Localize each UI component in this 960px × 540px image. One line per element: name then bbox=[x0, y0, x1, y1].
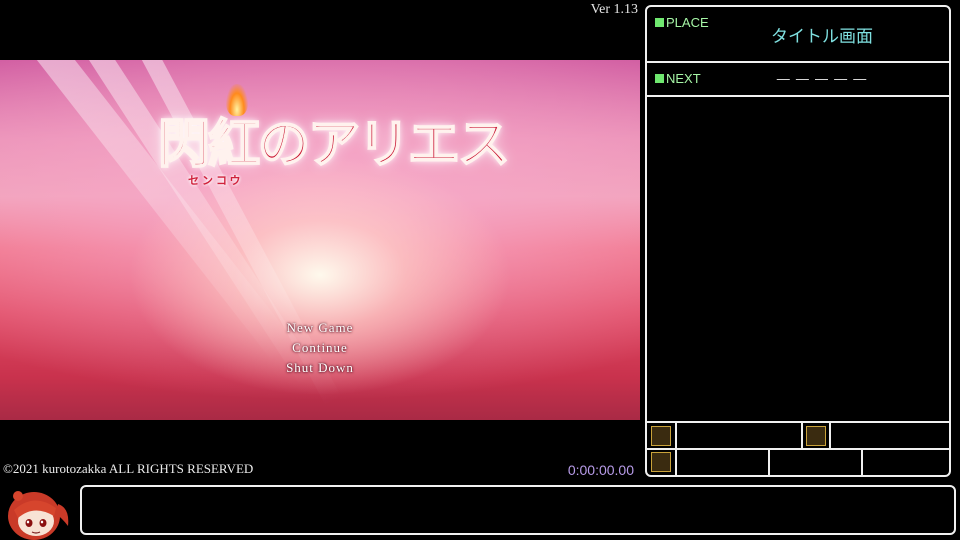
copyright-text: ©2021 kurotozakka ALL RIGHTS RESERVED bbox=[3, 461, 254, 476]
logo-title: 閃紅のアリエス bbox=[157, 113, 511, 176]
title-menu: New Game Continue Shut Down bbox=[240, 318, 400, 378]
equip-slot-icon bbox=[647, 450, 677, 475]
new-game-button[interactable]: New Game bbox=[240, 318, 400, 338]
equip-slot bbox=[677, 450, 770, 475]
yukkuri-avatar bbox=[8, 491, 69, 540]
version-label: Ver 1.13 bbox=[590, 2, 638, 17]
next-label: NEXT bbox=[655, 71, 701, 86]
equip-slot-icon bbox=[647, 423, 677, 450]
place-value: タイトル画面 bbox=[771, 27, 873, 47]
place-label: PLACE bbox=[655, 15, 709, 30]
square-icon bbox=[655, 18, 664, 27]
shut-down-button[interactable]: Shut Down bbox=[240, 358, 400, 378]
flame-icon bbox=[226, 84, 248, 116]
next-value: ― ― ― ― ― bbox=[776, 72, 868, 87]
ring-icon bbox=[651, 452, 671, 472]
equip-slot bbox=[770, 450, 863, 475]
place-row: PLACE タイトル画面 bbox=[647, 7, 949, 63]
next-row: NEXT ― ― ― ― ― bbox=[647, 63, 949, 97]
wand-icon bbox=[651, 426, 671, 446]
info-panel: PLACE タイトル画面 NEXT ― ― ― ― ― bbox=[645, 5, 951, 477]
message-window bbox=[80, 485, 956, 535]
armor-icon bbox=[806, 426, 826, 446]
equipment-grid bbox=[647, 421, 949, 475]
logo-ruby: センコウ bbox=[188, 174, 244, 187]
equip-slot bbox=[863, 450, 949, 475]
equip-slot bbox=[677, 423, 803, 450]
continue-button[interactable]: Continue bbox=[240, 338, 400, 358]
game-logo: 閃紅のアリエス センコウ bbox=[157, 84, 511, 187]
speedrun-timer: 0:00:00.00 bbox=[567, 462, 634, 478]
equip-slot bbox=[831, 423, 949, 450]
square-icon bbox=[655, 74, 664, 83]
game-screen: 閃紅のアリエス センコウ New Game Continue Shut Down bbox=[0, 60, 640, 420]
equip-slot-icon bbox=[803, 423, 831, 450]
